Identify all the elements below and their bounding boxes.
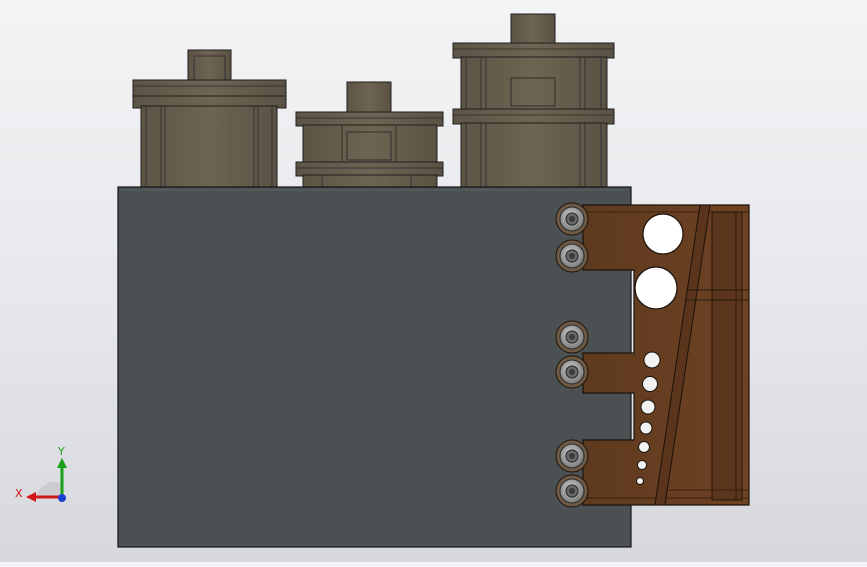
x-axis-arrow — [26, 492, 36, 502]
bracket-hole-small — [637, 460, 647, 470]
hex-nut-5[interactable] — [555, 439, 589, 473]
bracket-hole-small — [640, 399, 656, 415]
bracket-hole-large-1 — [642, 213, 684, 255]
base-block[interactable] — [117, 186, 632, 548]
mounting-bracket[interactable] — [582, 204, 750, 506]
bracket-hole-small — [636, 477, 644, 485]
model-view — [117, 13, 750, 548]
x-axis-label: X — [15, 487, 23, 500]
hex-nut-2[interactable] — [555, 239, 589, 273]
bracket-hole-small — [642, 376, 658, 392]
bracket-hole-small — [643, 351, 661, 369]
coordinate-triad: Y X — [15, 445, 67, 502]
hex-nut-6[interactable] — [555, 474, 589, 508]
y-axis-label: Y — [57, 445, 65, 458]
bracket-hole-small — [638, 441, 650, 453]
hex-nut-1[interactable] — [555, 202, 589, 236]
motor-left[interactable] — [132, 49, 287, 189]
bracket-hole-small — [639, 421, 653, 435]
z-axis-dot — [58, 494, 66, 502]
cad-viewport[interactable]: Y X — [0, 0, 867, 562]
bracket-hole-large-2 — [634, 266, 678, 310]
y-axis-arrow — [57, 458, 67, 468]
hex-nut-3[interactable] — [555, 320, 589, 354]
motor-right[interactable] — [452, 13, 615, 189]
hex-nut-4[interactable] — [555, 355, 589, 389]
motor-center[interactable] — [295, 81, 444, 189]
